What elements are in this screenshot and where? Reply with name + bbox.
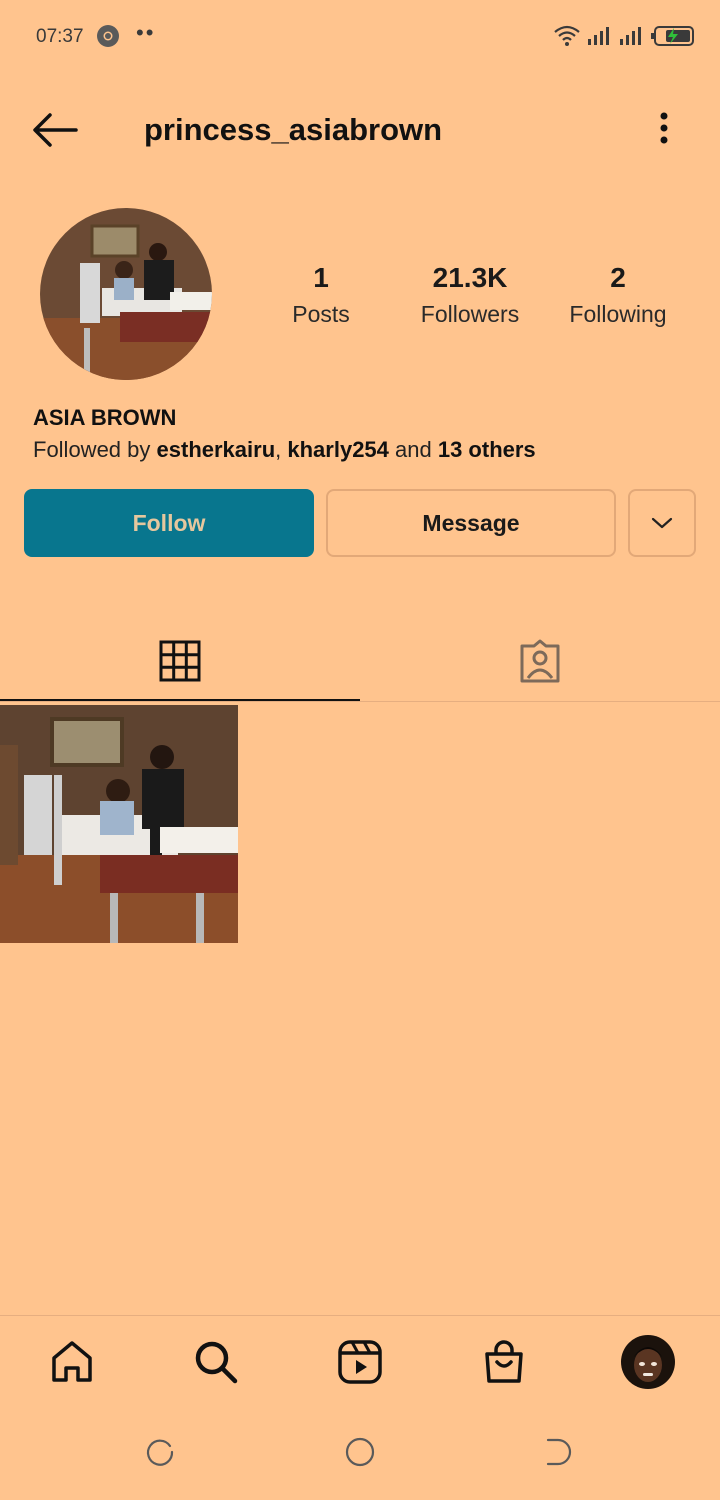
tagged-person-icon	[520, 639, 560, 683]
status-time: 07:37	[36, 26, 84, 47]
nav-home[interactable]	[40, 1330, 104, 1394]
following-stat[interactable]: 2 Following	[543, 262, 693, 328]
circle-home-icon[interactable]	[342, 1434, 378, 1470]
nav-shop[interactable]	[472, 1330, 536, 1394]
mutual-follower-1[interactable]: estherkairu	[157, 437, 276, 462]
arrow-left-icon[interactable]	[30, 110, 80, 150]
followers-label: Followers	[420, 301, 520, 327]
signal-icon-1	[588, 27, 609, 45]
suggested-accounts-button[interactable]	[628, 489, 696, 557]
status-indicators	[554, 22, 696, 50]
posts-count: 1	[313, 262, 329, 293]
posts-stat: 1 Posts	[246, 262, 396, 328]
back-gesture-icon[interactable]	[540, 1434, 576, 1470]
post-thumbnail[interactable]	[0, 705, 238, 943]
chrome-icon	[97, 25, 119, 47]
profile-username: princess_asiabrown	[144, 112, 443, 147]
reels-icon	[338, 1340, 382, 1384]
more-vertical-icon[interactable]	[654, 108, 674, 154]
following-count: 2	[610, 262, 626, 293]
bottom-navigation	[0, 1316, 720, 1406]
system-navigation	[0, 1420, 720, 1484]
followed-by-and: and	[388, 437, 438, 462]
followers-count: 21.3K	[432, 262, 508, 293]
wifi-icon	[554, 25, 580, 46]
notification-dots: ••	[136, 20, 156, 45]
chevron-down-icon	[651, 517, 673, 529]
signal-icon-2	[620, 27, 641, 45]
followers-stat[interactable]: 21.3K Followers	[395, 262, 545, 328]
following-label: Following	[569, 301, 667, 327]
tab-posts-grid[interactable]	[0, 620, 360, 702]
followed-by-prefix: Followed by	[33, 437, 157, 462]
message-button[interactable]: Message	[326, 489, 616, 557]
tab-tagged[interactable]	[360, 620, 720, 702]
followed-by-separator: ,	[275, 437, 288, 462]
avatar-photo	[40, 208, 212, 380]
mutual-follower-2[interactable]: kharly254	[287, 437, 389, 462]
own-avatar-photo	[621, 1335, 675, 1389]
search-icon	[195, 1341, 238, 1384]
post-photo	[0, 705, 238, 943]
profile-tabs	[0, 620, 720, 702]
mutual-followers-others[interactable]: 13 others	[438, 437, 536, 462]
nav-reels[interactable]	[328, 1330, 392, 1394]
nav-profile[interactable]	[616, 1330, 680, 1394]
tabs-divider	[0, 701, 720, 702]
recent-apps-icon[interactable]	[142, 1434, 178, 1470]
status-bar: 07:37 ••	[0, 0, 720, 72]
home-icon	[52, 1341, 92, 1382]
follow-button[interactable]: Follow	[24, 489, 314, 557]
shopping-bag-icon	[485, 1340, 523, 1383]
followed-by-text[interactable]: Followed by estherkairu, kharly254 and 1…	[33, 437, 536, 463]
grid-icon	[159, 640, 201, 682]
profile-avatar[interactable]	[40, 208, 212, 380]
nav-search[interactable]	[184, 1330, 248, 1394]
battery-icon	[651, 26, 694, 46]
own-profile-avatar	[621, 1335, 675, 1389]
posts-label: Posts	[292, 301, 350, 327]
profile-full-name: ASIA BROWN	[33, 405, 177, 430]
profile-header: princess_asiabrown	[0, 96, 720, 166]
